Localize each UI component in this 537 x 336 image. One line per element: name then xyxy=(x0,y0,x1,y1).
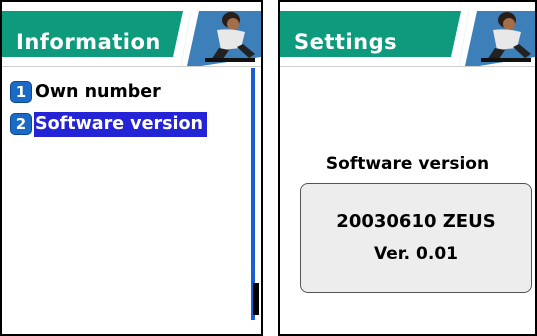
screen-title: Information xyxy=(16,30,161,54)
title-bar: Settings xyxy=(280,2,535,67)
information-menu: 1 Own number 2 Software version xyxy=(10,76,245,140)
skateboarder-photo-icon xyxy=(449,2,535,66)
scrollbar-thumb[interactable] xyxy=(253,283,259,315)
settings-screen: Settings Software version 20030610 ZEUS … xyxy=(278,0,537,336)
number-2-icon: 2 xyxy=(10,113,32,135)
title-bar: Information xyxy=(2,2,261,67)
number-1-icon: 1 xyxy=(10,81,32,103)
menu-item-label: Own number xyxy=(35,81,161,102)
information-screen: Information 1 Own number 2 Software vers… xyxy=(0,0,263,336)
software-version-box: 20030610 ZEUS Ver. 0.01 xyxy=(300,183,532,293)
title-band: Settings xyxy=(280,11,464,57)
title-band: Information xyxy=(2,11,190,57)
software-version-heading: Software version xyxy=(325,154,490,174)
menu-item-own-number[interactable]: 1 Own number xyxy=(10,76,245,108)
screen-title: Settings xyxy=(294,30,398,54)
menu-item-software-version[interactable]: 2 Software version xyxy=(10,108,245,140)
menu-item-label: Software version xyxy=(34,111,207,137)
version-number: Ver. 0.01 xyxy=(373,244,459,264)
version-build: 20030610 ZEUS xyxy=(336,211,496,232)
skateboarder-photo-icon xyxy=(171,2,261,66)
